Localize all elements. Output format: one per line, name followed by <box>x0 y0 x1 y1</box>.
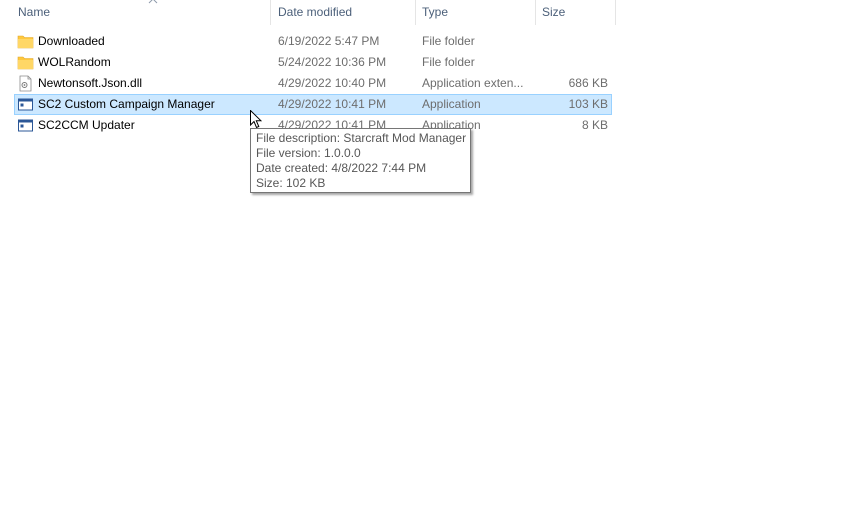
column-header-name[interactable]: Name <box>12 0 271 25</box>
application-icon <box>18 119 33 132</box>
file-date: 4/29/2022 10:41 PM <box>278 97 387 111</box>
file-name: SC2 Custom Campaign Manager <box>38 97 215 111</box>
dll-file-icon <box>19 75 32 92</box>
file-size: 8 KB <box>581 118 608 132</box>
file-name: Newtonsoft.Json.dll <box>38 76 143 90</box>
file-date: 6/19/2022 5:47 PM <box>278 34 380 48</box>
file-date: 4/29/2022 10:40 PM <box>278 76 387 90</box>
tooltip-size: Size: 102 KB <box>256 176 326 190</box>
column-header-size[interactable]: Size <box>536 0 616 25</box>
application-icon <box>18 98 33 111</box>
file-name: Downloaded <box>38 34 105 48</box>
column-header-type[interactable]: Type <box>416 0 536 25</box>
folder-icon <box>17 56 34 70</box>
column-header-bar: Name Date modified Type Size <box>0 0 616 25</box>
column-header-type-label: Type <box>422 5 449 19</box>
file-type: File folder <box>422 55 475 69</box>
tooltip-version: File version: 1.0.0.0 <box>256 146 361 160</box>
column-header-date-label: Date modified <box>278 5 353 19</box>
file-type: File folder <box>422 34 475 48</box>
tooltip-date-created: Date created: 4/8/2022 7:44 PM <box>256 161 427 175</box>
folder-icon <box>17 35 34 49</box>
file-info-tooltip: File description: Starcraft Mod Manager … <box>250 128 471 193</box>
file-type: Application exten... <box>422 76 524 90</box>
file-list: Downloaded 6/19/2022 5:47 PM File folder… <box>14 31 612 136</box>
file-row-downloaded[interactable]: Downloaded 6/19/2022 5:47 PM File folder <box>14 31 612 52</box>
file-row-wolrandom[interactable]: WOLRandom 5/24/2022 10:36 PM File folder <box>14 52 612 73</box>
sort-ascending-icon <box>148 0 158 4</box>
file-name: SC2CCM Updater <box>38 118 135 132</box>
file-date: 5/24/2022 10:36 PM <box>278 55 387 69</box>
file-size: 686 KB <box>568 76 608 90</box>
file-size <box>538 31 608 52</box>
column-header-size-label: Size <box>542 5 566 19</box>
mouse-pointer-icon <box>250 110 262 129</box>
file-type: Application <box>422 97 481 111</box>
file-row-newtonsoft-json-dll[interactable]: Newtonsoft.Json.dll 4/29/2022 10:40 PM A… <box>14 73 612 94</box>
column-header-name-label: Name <box>18 5 51 19</box>
file-row-sc2-custom-campaign-manager[interactable]: SC2 Custom Campaign Manager 4/29/2022 10… <box>14 94 612 115</box>
file-name: WOLRandom <box>38 55 111 69</box>
file-size <box>538 52 608 73</box>
file-size: 103 KB <box>568 97 608 111</box>
column-header-date[interactable]: Date modified <box>272 0 416 25</box>
tooltip-description: File description: Starcraft Mod Manager <box>256 131 467 145</box>
